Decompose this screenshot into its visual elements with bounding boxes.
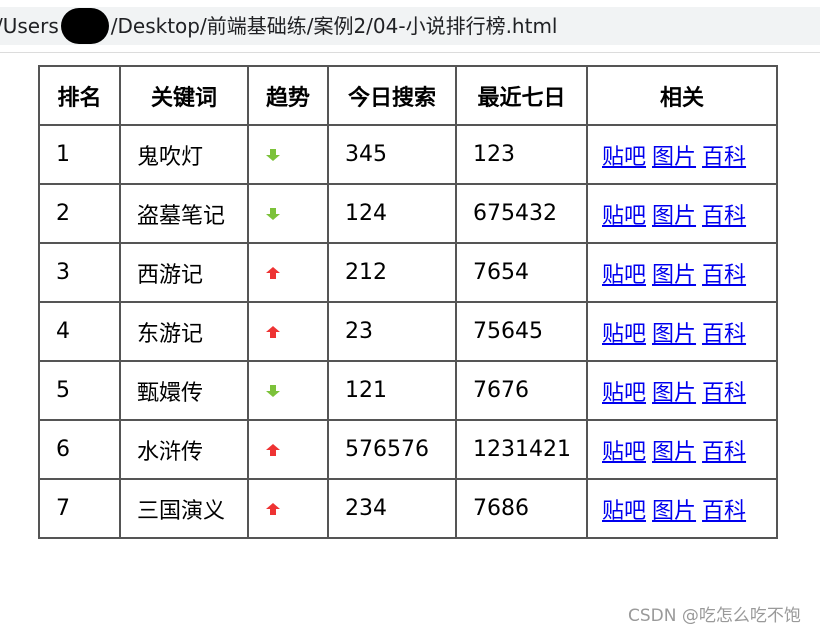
week-search-cell: 123 — [455, 124, 588, 185]
rank-cell: 3 — [38, 242, 121, 303]
link-images[interactable]: 图片 — [652, 440, 696, 465]
link-tieba[interactable]: 贴吧 — [602, 499, 646, 524]
link-baike[interactable]: 百科 — [702, 263, 746, 288]
trend-cell — [247, 242, 329, 303]
link-images[interactable]: 图片 — [652, 263, 696, 288]
redacted-username — [60, 7, 109, 44]
header-related: 相关 — [586, 65, 778, 126]
today-search-cell: 212 — [327, 242, 457, 303]
week-search-cell: 7686 — [455, 478, 588, 539]
rank-cell: 6 — [38, 419, 121, 480]
today-search-cell: 124 — [327, 183, 457, 244]
today-search-cell: 121 — [327, 360, 457, 421]
rank-cell: 2 — [38, 183, 121, 244]
link-tieba[interactable]: 贴吧 — [602, 145, 646, 170]
table-row: 2 盗墓笔记 124 675432 贴吧 图片 百科 — [38, 183, 778, 244]
arrow-down-icon — [265, 202, 281, 220]
related-cell: 贴吧 图片 百科 — [586, 419, 778, 480]
arrow-up-icon — [265, 320, 281, 338]
week-search-cell: 75645 — [455, 301, 588, 362]
keyword-cell: 盗墓笔记 — [119, 183, 249, 244]
related-cell: 贴吧 图片 百科 — [586, 478, 778, 539]
link-images[interactable]: 图片 — [652, 499, 696, 524]
keyword-cell: 甄嬛传 — [119, 360, 249, 421]
table-row: 6 水浒传 576576 1231421 贴吧 图片 百科 — [38, 419, 778, 480]
link-baike[interactable]: 百科 — [702, 499, 746, 524]
trend-cell — [247, 478, 329, 539]
trend-cell — [247, 419, 329, 480]
today-search-cell: 234 — [327, 478, 457, 539]
header-trend: 趋势 — [247, 65, 329, 126]
trend-cell — [247, 301, 329, 362]
link-baike[interactable]: 百科 — [702, 204, 746, 229]
url-suffix: /Desktop/前端基础练/案例2/04-小说排行榜.html — [110, 14, 558, 38]
keyword-cell: 水浒传 — [119, 419, 249, 480]
related-cell: 贴吧 图片 百科 — [586, 183, 778, 244]
arrow-down-icon — [265, 143, 281, 161]
link-tieba[interactable]: 贴吧 — [602, 440, 646, 465]
today-search-cell: 23 — [327, 301, 457, 362]
link-baike[interactable]: 百科 — [702, 381, 746, 406]
link-tieba[interactable]: 贴吧 — [602, 204, 646, 229]
link-tieba[interactable]: 贴吧 — [602, 381, 646, 406]
table-row: 7 三国演义 234 7686 贴吧 图片 百科 — [38, 478, 778, 539]
keyword-cell: 西游记 — [119, 242, 249, 303]
week-search-cell: 7676 — [455, 360, 588, 421]
keyword-cell: 东游记 — [119, 301, 249, 362]
header-row: 排名 关键词 趋势 今日搜索 最近七日 相关 — [38, 65, 778, 126]
link-images[interactable]: 图片 — [652, 145, 696, 170]
novel-ranking-table: 排名 关键词 趋势 今日搜索 最近七日 相关 1 鬼吹灯 345 123 贴吧图… — [38, 65, 778, 539]
url-prefix: /Users — [0, 14, 59, 38]
rank-cell: 1 — [38, 124, 121, 185]
rank-cell: 4 — [38, 301, 121, 362]
keyword-cell: 三国演义 — [119, 478, 249, 539]
week-search-cell: 7654 — [455, 242, 588, 303]
link-baike[interactable]: 百科 — [702, 145, 746, 170]
today-search-cell: 576576 — [327, 419, 457, 480]
watermark: CSDN @吃怎么吃不饱 — [628, 606, 801, 626]
header-week: 最近七日 — [455, 65, 588, 126]
related-cell: 贴吧 图片 百科 — [586, 301, 778, 362]
trend-cell — [247, 183, 329, 244]
week-search-cell: 1231421 — [455, 419, 588, 480]
table-row: 3 西游记 212 7654 贴吧 图片 百科 — [38, 242, 778, 303]
keyword-cell: 鬼吹灯 — [119, 124, 249, 185]
divider — [0, 52, 820, 53]
arrow-up-icon — [265, 261, 281, 279]
url-text: /Users/Desktop/前端基础练/案例2/04-小说排行榜.html — [0, 7, 558, 44]
week-search-cell: 675432 — [455, 183, 588, 244]
header-today: 今日搜索 — [327, 65, 457, 126]
today-search-cell: 345 — [327, 124, 457, 185]
arrow-up-icon — [265, 438, 281, 456]
address-bar[interactable]: /Users/Desktop/前端基础练/案例2/04-小说排行榜.html — [0, 7, 820, 45]
arrow-down-icon — [265, 379, 281, 397]
link-baike[interactable]: 百科 — [702, 322, 746, 347]
related-cell: 贴吧 图片 百科 — [586, 242, 778, 303]
table-row: 1 鬼吹灯 345 123 贴吧 图片 百科 — [38, 124, 778, 185]
link-images[interactable]: 图片 — [652, 381, 696, 406]
table-row: 4 东游记 23 75645 贴吧 图片 百科 — [38, 301, 778, 362]
related-cell: 贴吧 图片 百科 — [586, 124, 778, 185]
link-tieba[interactable]: 贴吧 — [602, 263, 646, 288]
rank-cell: 7 — [38, 478, 121, 539]
trend-cell — [247, 124, 329, 185]
link-baike[interactable]: 百科 — [702, 440, 746, 465]
related-cell: 贴吧 图片 百科 — [586, 360, 778, 421]
header-keyword: 关键词 — [119, 65, 249, 126]
table-row: 5 甄嬛传 121 7676 贴吧 图片 百科 — [38, 360, 778, 421]
rank-cell: 5 — [38, 360, 121, 421]
link-tieba[interactable]: 贴吧 — [602, 322, 646, 347]
link-images[interactable]: 图片 — [652, 322, 696, 347]
header-rank: 排名 — [38, 65, 121, 126]
trend-cell — [247, 360, 329, 421]
link-images[interactable]: 图片 — [652, 204, 696, 229]
arrow-up-icon — [265, 497, 281, 515]
